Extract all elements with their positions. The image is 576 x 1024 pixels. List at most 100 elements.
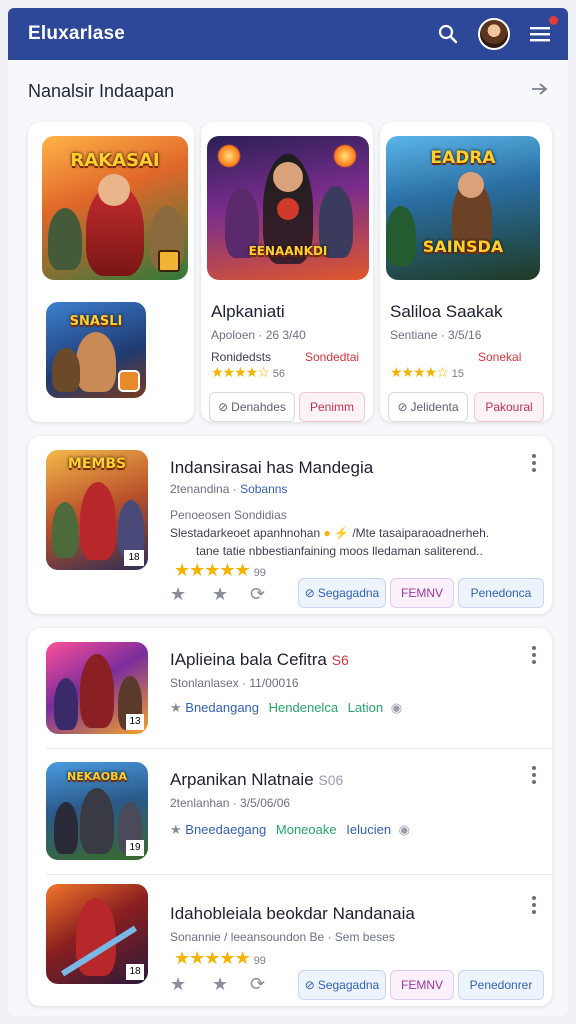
star-icon[interactable]: ★ bbox=[170, 974, 186, 995]
button-label: Segagadna bbox=[317, 586, 380, 600]
age-badge: 13 bbox=[126, 714, 144, 730]
secondary-button[interactable]: ⊘ Jelidenta bbox=[388, 392, 468, 422]
tag[interactable]: Lation bbox=[348, 700, 383, 715]
age-badge: 19 bbox=[126, 840, 144, 856]
notification-dot bbox=[549, 16, 558, 25]
primary-button[interactable]: Penimm bbox=[299, 392, 365, 422]
desc-text-2: /Mte tasaiparaoadnerheh. bbox=[352, 526, 490, 540]
featured-art-2[interactable]: SNASLI bbox=[46, 302, 146, 398]
rating-count: 99 bbox=[253, 567, 266, 579]
list-item[interactable]: NEKAOBA 19 Arpanikan Nlatnaie S06 2tenla… bbox=[28, 750, 552, 874]
app-meta: Sonannie / leeansoundon Be · Sem beses bbox=[170, 930, 395, 944]
age-badge: 18 bbox=[124, 550, 144, 566]
tag[interactable]: Moneoake bbox=[276, 822, 337, 837]
divider bbox=[46, 874, 552, 875]
action-button-1[interactable]: ⊘ Segagadna bbox=[298, 970, 386, 1000]
app-title[interactable]: Arpanikan Nlatnaie S06 bbox=[170, 770, 343, 790]
action-button-3[interactable]: Penedonrer bbox=[458, 970, 544, 1000]
button-label: Penedonrer bbox=[469, 978, 533, 992]
app-status: Sonekal bbox=[478, 350, 522, 364]
search-icon[interactable] bbox=[436, 22, 460, 46]
featured-art-1[interactable]: RAKASAI bbox=[42, 136, 188, 280]
favorite-icon[interactable]: ★ bbox=[212, 584, 228, 605]
art-title: NEKAOBA bbox=[66, 770, 127, 783]
action-button-3[interactable]: Penedonca bbox=[458, 578, 544, 608]
pill-icon: ⊘ bbox=[397, 400, 408, 414]
app-meta: Sentiane · 3/5/16 bbox=[390, 328, 482, 342]
desc-text: Slestadarkeoet apanhnohan bbox=[170, 526, 321, 540]
action-button-1[interactable]: ⊘ Segagadna bbox=[298, 578, 386, 608]
app-meta: Apoloen · 26 3/40 bbox=[211, 328, 306, 342]
divider bbox=[46, 748, 552, 749]
section-header: Nanalsir Indaapan bbox=[28, 78, 548, 104]
button-label: FEMNV bbox=[401, 978, 443, 992]
tag[interactable]: Ielucien bbox=[346, 822, 391, 837]
action-button-2[interactable]: FEMNV bbox=[390, 970, 454, 1000]
app-description-line: Slestadarkeoet apanhnohan ● ⚡ /Mte tasai… bbox=[170, 526, 490, 540]
meta-link[interactable]: Sobanns bbox=[240, 482, 287, 496]
menu-icon[interactable] bbox=[528, 16, 558, 46]
primary-button[interactable]: Pakoural bbox=[474, 392, 544, 422]
app-title[interactable]: Idahobleiala beokdar Nandanaia bbox=[170, 904, 415, 924]
app-title[interactable]: Saliloa Saakak bbox=[390, 302, 502, 322]
featured-art-3[interactable]: EENAANKDI bbox=[207, 136, 369, 280]
list-card-1[interactable]: MEMBS 18 Indansirasai has Mandegia 2tena… bbox=[28, 436, 552, 614]
app-status-secondary: Sondedtai bbox=[305, 350, 360, 364]
star-icon[interactable]: ★ bbox=[170, 584, 186, 605]
button-label: FEMNV bbox=[401, 586, 443, 600]
title-text: Arpanikan Nlatnaie bbox=[170, 770, 314, 789]
arrow-right-icon[interactable] bbox=[530, 82, 548, 101]
tag[interactable]: Bnedangang bbox=[185, 700, 259, 715]
rating-count: 15 bbox=[451, 368, 465, 380]
meta-text: 2tenandina · bbox=[170, 482, 241, 496]
art-title: EADRA bbox=[430, 148, 496, 168]
tag[interactable]: Bneedaegang bbox=[185, 822, 266, 837]
avatar[interactable] bbox=[478, 18, 510, 50]
art-title: EENAANKDI bbox=[248, 244, 328, 258]
pill-icon: ⊘ bbox=[218, 400, 229, 414]
app-meta: 2tenlanhan · 3/5/06/06 bbox=[170, 796, 291, 810]
art-title: RAKASAI bbox=[70, 150, 160, 171]
app-meta: 2tenandina · Sobanns bbox=[170, 482, 287, 496]
more-options-icon[interactable] bbox=[528, 766, 540, 784]
app-title[interactable]: IAplieina bala Cefitra S6 bbox=[170, 650, 349, 670]
more-options-icon[interactable] bbox=[528, 896, 540, 914]
button-label: Segagadna bbox=[317, 978, 380, 992]
app-title[interactable]: Alpkaniati bbox=[211, 302, 285, 322]
list-art[interactable]: 18 bbox=[46, 884, 148, 984]
secondary-button[interactable]: ⊘ Denahdes bbox=[209, 392, 295, 422]
app-title: Eluxarlase bbox=[28, 23, 126, 44]
title-badge: S06 bbox=[318, 772, 344, 788]
title-text: IAplieina bala Cefitra bbox=[170, 650, 327, 669]
more-options-icon[interactable] bbox=[528, 646, 540, 664]
pill-icon: ⊘ bbox=[304, 586, 315, 600]
share-icon[interactable]: ⟳ bbox=[250, 974, 265, 995]
art-title: SNASLI bbox=[69, 314, 123, 329]
featured-card-1[interactable]: RAKASAI SNASLI bbox=[28, 122, 194, 422]
app-description: Penoeosen Sondidias bbox=[170, 508, 287, 522]
action-button-2[interactable]: FEMNV bbox=[390, 578, 454, 608]
button-label: Jelidenta bbox=[410, 400, 459, 414]
button-label: Denahdes bbox=[231, 400, 286, 414]
list-art[interactable]: NEKAOBA 19 bbox=[46, 762, 148, 860]
button-label: Penedonca bbox=[470, 586, 532, 600]
featured-card-3[interactable]: EADRA SAINSDA Saliloa Saakak Sentiane · … bbox=[380, 122, 552, 422]
list-art[interactable]: MEMBS 18 bbox=[46, 450, 148, 570]
list-art[interactable]: 13 bbox=[46, 642, 148, 734]
tag[interactable]: Hendenelca bbox=[269, 700, 338, 715]
featured-art-4[interactable]: EADRA SAINSDA bbox=[386, 136, 540, 280]
pill-icon: ⊘ bbox=[304, 978, 315, 992]
featured-card-2[interactable]: EENAANKDI Alpkaniati Apoloen · 26 3/40 R… bbox=[201, 122, 373, 422]
list-item[interactable]: 13 IAplieina bala Cefitra S6 Stonlanlase… bbox=[28, 628, 552, 748]
tag-row: ★ Bnedangang Hendenelca Lation ◉ bbox=[170, 700, 403, 715]
rating-stars: ★★★★★ 99 bbox=[174, 560, 266, 580]
more-options-icon[interactable] bbox=[528, 454, 540, 472]
rating-stars: ★★★★☆ 15 bbox=[390, 364, 465, 380]
rating-count: 99 bbox=[253, 955, 266, 967]
list-item[interactable]: 18 Idahobleiala beokdar Nandanaia Sonann… bbox=[28, 876, 552, 1006]
share-icon[interactable]: ⟳ bbox=[250, 584, 265, 605]
art-subtitle: SAINSDA bbox=[422, 237, 504, 256]
favorite-icon[interactable]: ★ bbox=[212, 974, 228, 995]
app-window: Eluxarlase Nanalsir Indaapan RAKASAI SNA… bbox=[8, 8, 568, 1016]
app-title[interactable]: Indansirasai has Mandegia bbox=[170, 458, 373, 478]
